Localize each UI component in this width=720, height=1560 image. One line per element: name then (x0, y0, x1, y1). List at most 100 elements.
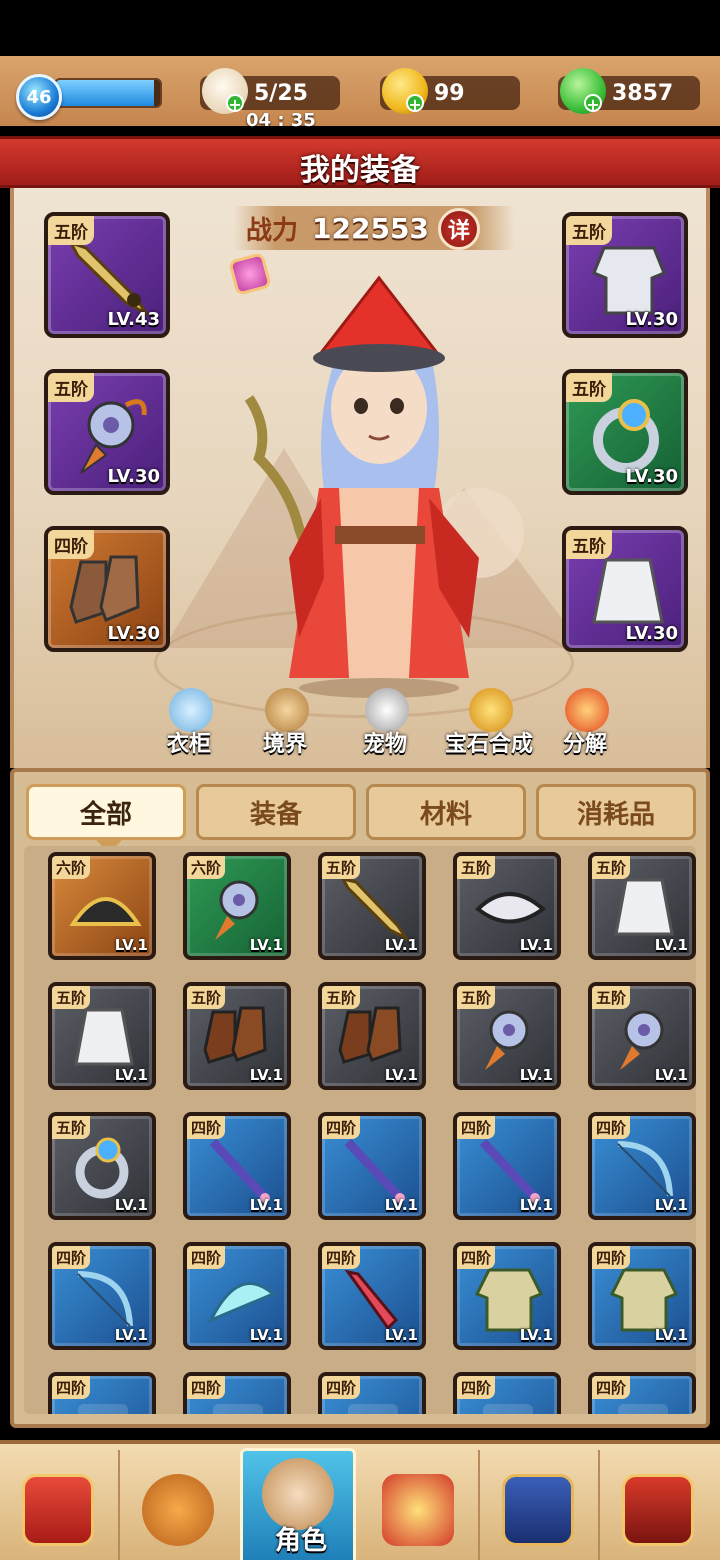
equip-slot-boots[interactable]: 四阶 LV.30 (44, 526, 170, 652)
slot-tier: 五阶 (566, 530, 612, 559)
item-level: LV.1 (114, 1326, 148, 1344)
realm-button[interactable]: 境界 (240, 688, 330, 760)
add-gold-icon[interactable]: + (406, 94, 424, 113)
inventory-item[interactable]: 四阶 LV.1 (318, 1112, 426, 1220)
stamina-timer: 04 : 35 (246, 110, 316, 131)
item-tier: 五阶 (322, 856, 361, 879)
nav-quests[interactable] (0, 1456, 116, 1560)
inventory-item[interactable]: 四阶 LV.1 (588, 1242, 696, 1350)
item-tier: 五阶 (52, 1116, 91, 1139)
inventory-tabs: 全部 装备 材料 消耗品 (26, 780, 696, 853)
item-level: LV.1 (654, 1326, 688, 1344)
ring-icon (75, 1137, 129, 1199)
item-tier: 四阶 (457, 1246, 496, 1269)
inventory-item[interactable]: 四阶 (183, 1372, 291, 1414)
power-label: 战力 (246, 215, 299, 246)
item-tier: 五阶 (187, 986, 226, 1009)
battle-icon (382, 1474, 454, 1546)
inventory-item[interactable]: 五阶 LV.1 (453, 852, 561, 960)
inventory-item[interactable]: 四阶 LV.1 (588, 1112, 696, 1220)
inventory-item[interactable]: 四阶 LV.1 (48, 1242, 156, 1350)
tab-all[interactable]: 全部 (26, 784, 186, 853)
inventory-item[interactable]: 五阶 LV.1 (183, 982, 291, 1090)
tab-materials[interactable]: 材料 (366, 784, 526, 840)
inventory-item[interactable]: 四阶 (453, 1372, 561, 1414)
decompose-button[interactable]: 分解 (540, 688, 630, 760)
inventory-item[interactable]: 四阶 LV.1 (453, 1242, 561, 1350)
item-tier: 四阶 (187, 1376, 226, 1399)
item-tier: 五阶 (457, 986, 496, 1009)
boots-icon (203, 1006, 267, 1064)
inventory-item[interactable]: 四阶 (48, 1372, 156, 1414)
inventory-item[interactable]: 五阶 LV.1 (318, 982, 426, 1090)
equip-slot-ring[interactable]: 五阶 LV.30 (562, 369, 688, 495)
inventory-item[interactable]: 四阶 LV.1 (183, 1112, 291, 1220)
inventory-panel: 全部 装备 材料 消耗品 六阶 LV.1 六阶 LV.1 五阶 LV.1 五阶 LV.1 五阶 L… (10, 768, 710, 1428)
pet-button[interactable]: 宠物 (340, 688, 430, 760)
inventory-item[interactable]: 六阶 LV.1 (183, 852, 291, 960)
item-level: LV.1 (114, 1066, 148, 1084)
player-level-badge[interactable]: 46 (16, 74, 62, 120)
item-level: LV.1 (114, 1196, 148, 1214)
inventory-item[interactable]: 四阶 (588, 1372, 696, 1414)
bottom-navigation: 角色 (0, 1440, 720, 1560)
xp-fill (56, 80, 154, 106)
slot-tier: 五阶 (566, 216, 612, 245)
nav-book[interactable] (480, 1456, 596, 1560)
nav-bag[interactable] (120, 1456, 236, 1560)
tab-equipment[interactable]: 装备 (196, 784, 356, 840)
item-level: LV.1 (519, 1326, 553, 1344)
inventory-item[interactable]: 五阶 LV.1 (318, 852, 426, 960)
power-detail-button[interactable]: 详 (438, 208, 480, 250)
equip-slot-weapon[interactable]: 五阶 LV.43 (44, 212, 170, 338)
page-header: 我的装备 (0, 136, 720, 188)
jade-display[interactable]: + 3857 (558, 68, 700, 114)
item-level: LV.1 (654, 1196, 688, 1214)
item-tier: 四阶 (322, 1246, 361, 1269)
inventory-item[interactable]: 四阶 LV.1 (183, 1242, 291, 1350)
equip-slot-pendant[interactable]: 五阶 LV.30 (44, 369, 170, 495)
item-level: LV.1 (249, 936, 283, 954)
resource-bar: 46 + 5/25 04 : 35 + 99 + 3857 (0, 56, 720, 131)
slot-level: LV.30 (107, 466, 161, 487)
bow-icon (77, 1271, 133, 1327)
inventory-item[interactable]: 六阶 LV.1 (48, 852, 156, 960)
tab-consumables[interactable]: 消耗品 (536, 784, 696, 840)
add-stamina-icon[interactable]: + (226, 94, 244, 113)
status-bar (0, 0, 720, 56)
inventory-item[interactable]: 四阶 (318, 1372, 426, 1414)
add-jade-icon[interactable]: + (584, 94, 602, 113)
function-label: 分解 (562, 732, 607, 757)
hero-character[interactable] (229, 258, 519, 698)
nav-battle[interactable] (360, 1456, 476, 1560)
staff-icon (344, 1138, 406, 1204)
robe-icon (474, 1268, 544, 1332)
item-tier: 四阶 (52, 1246, 91, 1269)
inventory-item[interactable]: 五阶 LV.1 (588, 852, 696, 960)
stamina-display[interactable]: + 5/25 (200, 68, 340, 114)
item-level: LV.1 (114, 936, 148, 954)
inventory-item[interactable]: 五阶 LV.1 (48, 1112, 156, 1220)
bag-icon (142, 1474, 214, 1546)
nav-character[interactable]: 角色 (240, 1448, 356, 1560)
power-value: 122553 (312, 211, 429, 245)
inventory-item[interactable]: 五阶 LV.1 (588, 982, 696, 1090)
nav-divider (598, 1450, 600, 1560)
inventory-item[interactable]: 五阶 LV.1 (453, 982, 561, 1090)
stamina-value: 5/25 (254, 80, 308, 106)
staff-icon (209, 1138, 271, 1204)
gold-display[interactable]: + 99 (380, 68, 520, 114)
robe-icon (609, 1268, 679, 1332)
inventory-item[interactable]: 五阶 LV.1 (48, 982, 156, 1090)
item-tier: 五阶 (592, 986, 631, 1009)
inventory-item[interactable]: 四阶 LV.1 (318, 1242, 426, 1350)
item-tier: 四阶 (457, 1376, 496, 1399)
slot-level: LV.43 (107, 309, 161, 330)
inventory-grid[interactable]: 六阶 LV.1 六阶 LV.1 五阶 LV.1 五阶 LV.1 五阶 LV.1 五阶 LV.1 五阶 LV… (24, 846, 696, 1414)
equip-slot-skirt[interactable]: 五阶 LV.30 (562, 526, 688, 652)
item-level: LV.1 (249, 1066, 283, 1084)
equip-slot-armor[interactable]: 五阶 LV.30 (562, 212, 688, 338)
inventory-item[interactable]: 四阶 LV.1 (453, 1112, 561, 1220)
scroll-icon (22, 1474, 94, 1546)
nav-shop[interactable] (600, 1456, 716, 1560)
